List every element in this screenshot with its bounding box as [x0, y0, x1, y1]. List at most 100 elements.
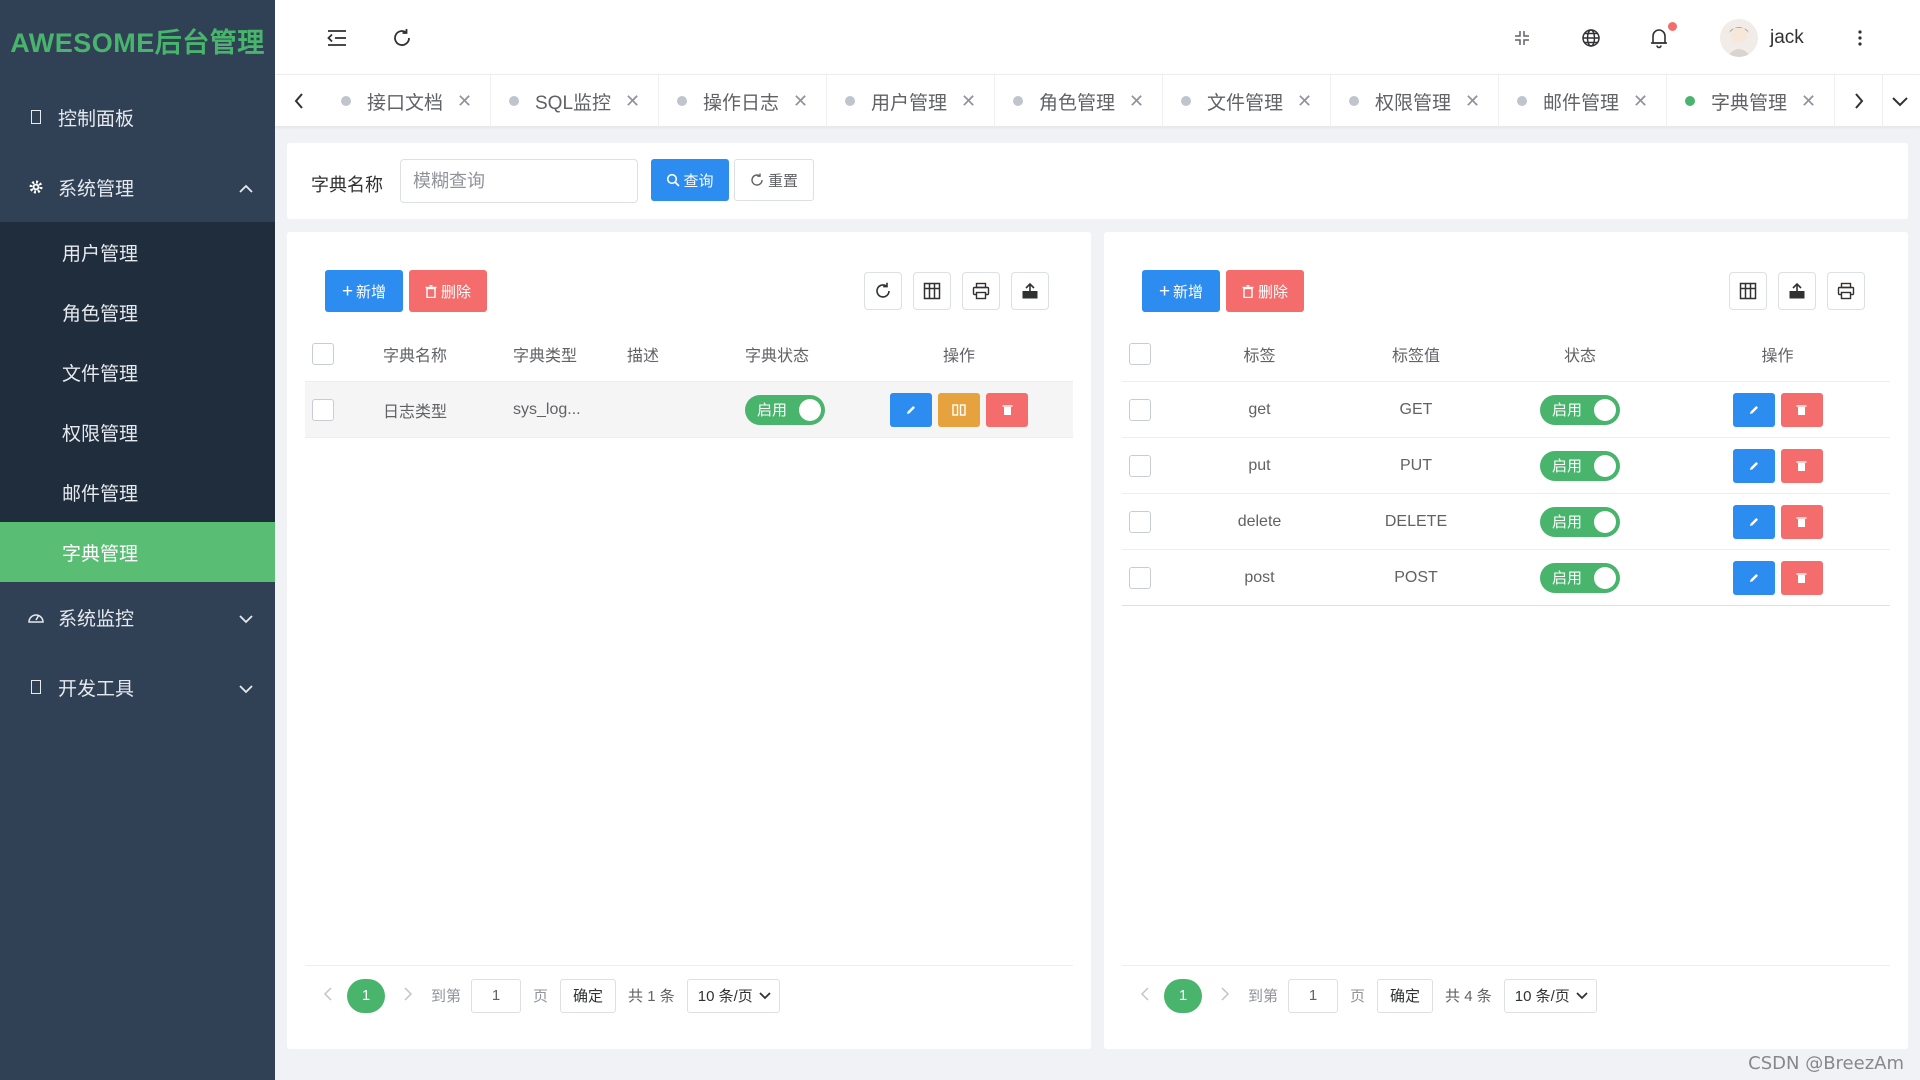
prev-page-icon[interactable]: [1140, 986, 1150, 1005]
status-switch[interactable]: 启用: [745, 394, 825, 425]
delete-row-button[interactable]: [1780, 448, 1823, 483]
export-button[interactable]: [1778, 272, 1816, 310]
edit-button[interactable]: [1732, 392, 1775, 427]
col-header-description[interactable]: 描述: [607, 326, 725, 381]
select-all-checkbox[interactable]: [1129, 342, 1151, 365]
bell-icon[interactable]: [1645, 22, 1677, 52]
delete-item-button[interactable]: 删除: [1226, 270, 1304, 312]
goto-page-input[interactable]: [471, 978, 522, 1013]
status-switch[interactable]: 启用: [1540, 450, 1620, 481]
col-header-label[interactable]: 标签: [1182, 326, 1337, 381]
export-button[interactable]: [1011, 272, 1049, 310]
menu-item-devtools[interactable]: 开发工具: [0, 652, 275, 722]
tag-permissions[interactable]: 权限管理 ✕: [1331, 75, 1499, 127]
globe-icon[interactable]: [1577, 24, 1605, 52]
goto-page-input[interactable]: [1288, 978, 1339, 1013]
close-icon[interactable]: ✕: [1633, 91, 1648, 112]
edit-button[interactable]: [1732, 560, 1775, 595]
col-header-dict-name[interactable]: 字典名称: [365, 326, 490, 381]
table-row[interactable]: delete DELETE 启用: [1122, 494, 1890, 550]
close-icon[interactable]: ✕: [1801, 91, 1816, 112]
page-number-current[interactable]: 1: [1164, 978, 1202, 1013]
select-all-checkbox[interactable]: [312, 342, 334, 365]
dict-name-search-input[interactable]: [400, 159, 638, 203]
col-header-value[interactable]: 标签值: [1337, 326, 1495, 381]
tag-sql-monitor[interactable]: SQL监控 ✕: [491, 75, 659, 127]
menu-item-system[interactable]: 系统管理: [0, 152, 275, 222]
sidebar-item-mail[interactable]: 邮件管理: [0, 462, 275, 522]
sidebar-item-files[interactable]: 文件管理: [0, 342, 275, 402]
delete-row-button[interactable]: [986, 392, 1028, 427]
tag-operation-log[interactable]: 操作日志 ✕: [659, 75, 827, 127]
edit-button[interactable]: [1732, 504, 1775, 539]
add-item-button[interactable]: + 新增: [1142, 270, 1220, 312]
tags-menu-chevron-down-icon[interactable]: [1880, 75, 1920, 127]
sidebar-item-roles[interactable]: 角色管理: [0, 282, 275, 342]
status-switch[interactable]: 启用: [1540, 506, 1620, 537]
tag-dictionary[interactable]: 字典管理 ✕: [1667, 75, 1835, 127]
table-row[interactable]: put PUT 启用: [1122, 438, 1890, 494]
next-page-icon[interactable]: [403, 986, 413, 1005]
avatar[interactable]: [1720, 19, 1758, 57]
refresh-table-button[interactable]: [864, 272, 902, 310]
collapse-menu-icon[interactable]: [323, 24, 351, 52]
tag-users[interactable]: 用户管理 ✕: [827, 75, 995, 127]
table-row[interactable]: 日志类型 sys_log... 启用: [305, 382, 1073, 438]
page-number-current[interactable]: 1: [347, 978, 385, 1013]
sidebar-item-dictionary[interactable]: 字典管理: [0, 522, 275, 582]
delete-dict-button[interactable]: 删除: [409, 270, 487, 312]
menu-item-dashboard[interactable]: 控制面板: [0, 82, 275, 152]
close-icon[interactable]: ✕: [625, 91, 640, 112]
edit-button[interactable]: [1732, 448, 1775, 483]
goto-confirm-button[interactable]: 确定: [560, 978, 617, 1013]
tag-mail[interactable]: 邮件管理 ✕: [1499, 75, 1667, 127]
tag-roles[interactable]: 角色管理 ✕: [995, 75, 1163, 127]
close-icon[interactable]: ✕: [961, 91, 976, 112]
goto-confirm-button[interactable]: 确定: [1377, 978, 1434, 1013]
table-row[interactable]: get GET 启用: [1122, 382, 1890, 438]
row-checkbox[interactable]: [1129, 510, 1151, 533]
prev-page-icon[interactable]: [323, 986, 333, 1005]
edit-button[interactable]: [890, 392, 932, 427]
close-icon[interactable]: ✕: [793, 91, 808, 112]
query-button[interactable]: 查询: [651, 159, 729, 201]
add-dict-button[interactable]: + 新增: [325, 270, 403, 312]
row-checkbox[interactable]: [1129, 454, 1151, 477]
sidebar-item-permissions[interactable]: 权限管理: [0, 402, 275, 462]
col-header-status[interactable]: 状态: [1495, 326, 1665, 381]
close-icon[interactable]: ✕: [1465, 91, 1480, 112]
close-icon[interactable]: ✕: [1129, 91, 1144, 112]
refresh-icon[interactable]: [388, 24, 416, 52]
tags-scroll-left-icon[interactable]: [275, 75, 323, 127]
row-checkbox[interactable]: [1129, 398, 1151, 421]
delete-row-button[interactable]: [1780, 392, 1823, 427]
columns-button[interactable]: [913, 272, 951, 310]
next-page-icon[interactable]: [1220, 986, 1230, 1005]
print-button[interactable]: [1827, 272, 1865, 310]
col-header-dict-type[interactable]: 字典类型: [490, 326, 607, 381]
more-vertical-icon[interactable]: [1846, 24, 1874, 52]
delete-row-button[interactable]: [1780, 560, 1823, 595]
menu-item-monitor[interactable]: 系统监控: [0, 582, 275, 652]
row-checkbox[interactable]: [312, 398, 334, 421]
username[interactable]: jack: [1770, 27, 1804, 49]
row-checkbox[interactable]: [1129, 566, 1151, 589]
reset-button[interactable]: 重置: [734, 159, 814, 201]
delete-row-button[interactable]: [1780, 504, 1823, 539]
print-button[interactable]: [962, 272, 1000, 310]
dict-items-button[interactable]: [938, 392, 980, 427]
close-icon[interactable]: ✕: [457, 91, 472, 112]
status-switch[interactable]: 启用: [1540, 394, 1620, 425]
columns-button[interactable]: [1729, 272, 1767, 310]
col-header-dict-status[interactable]: 字典状态: [725, 326, 845, 381]
tags-scroll-right-icon[interactable]: [1835, 75, 1883, 127]
tag-api-docs[interactable]: 接口文档 ✕: [323, 75, 491, 127]
sidebar-item-users[interactable]: 用户管理: [0, 222, 275, 282]
page-size-select[interactable]: 10 条/页: [686, 978, 780, 1013]
table-row[interactable]: post POST 启用: [1122, 550, 1890, 606]
status-switch[interactable]: 启用: [1540, 562, 1620, 593]
page-size-select[interactable]: 10 条/页: [1503, 978, 1597, 1013]
close-icon[interactable]: ✕: [1297, 91, 1312, 112]
tag-files[interactable]: 文件管理 ✕: [1163, 75, 1331, 127]
fullscreen-exit-icon[interactable]: [1508, 24, 1536, 52]
